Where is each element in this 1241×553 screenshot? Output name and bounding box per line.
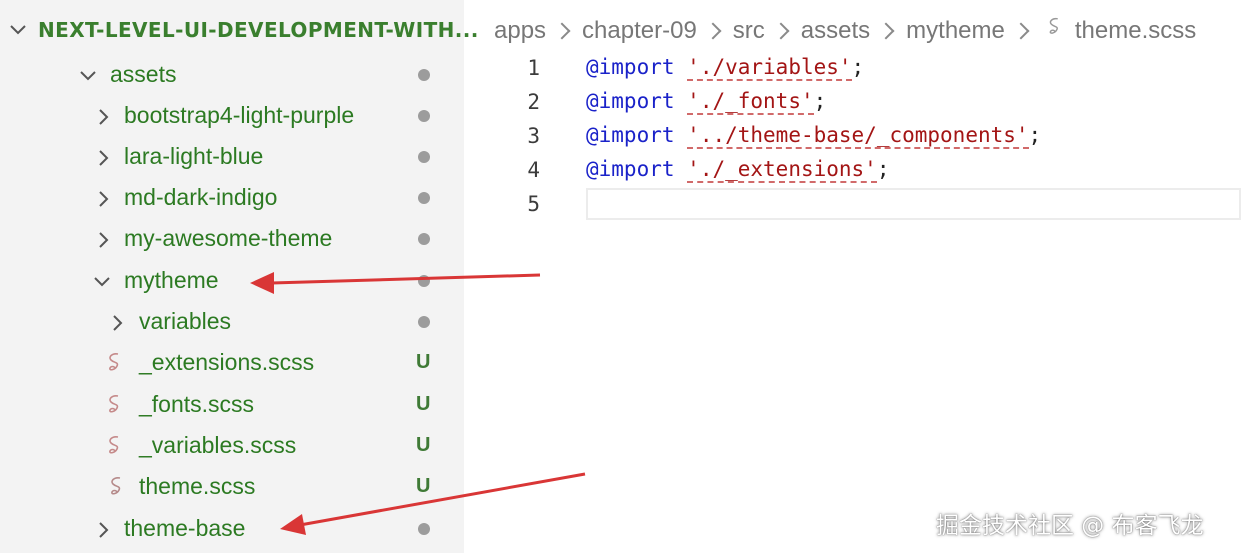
project-title: NEXT-LEVEL-UI-DEVELOPMENT-WITH... xyxy=(38,18,479,42)
current-line-highlight xyxy=(586,188,1241,220)
breadcrumb-item-theme-scss[interactable]: theme.scss xyxy=(1075,17,1196,45)
tree-item-label: _extensions.scss xyxy=(139,349,315,375)
code-editor: apps chapter-09 src assets mytheme theme… xyxy=(464,0,1241,553)
breadcrumb-item-apps[interactable]: apps xyxy=(494,17,546,45)
code-line[interactable]: 3 @import '../theme-base/_components'; xyxy=(464,120,1241,154)
status-dot xyxy=(418,151,430,163)
chevron-right-icon xyxy=(94,520,114,545)
code-keyword: @import xyxy=(586,123,675,147)
tree-item-label: theme.scss xyxy=(139,473,256,499)
explorer-sidebar: NEXT-LEVEL-UI-DEVELOPMENT-WITH... assets… xyxy=(0,0,478,553)
tree-item-label: mytheme xyxy=(124,267,219,293)
tree-item-label: theme-base xyxy=(124,515,246,541)
code-keyword: @import xyxy=(586,89,675,113)
chevron-right-icon xyxy=(1012,22,1030,39)
chevron-right-icon xyxy=(94,107,114,132)
chevron-down-icon xyxy=(92,272,112,297)
code-content: @import '../theme-base/_components'; xyxy=(586,123,1042,149)
chevron-down-icon xyxy=(78,66,98,91)
chevron-right-icon xyxy=(877,22,895,39)
tree-item-theme-scss[interactable]: theme.scss U xyxy=(0,466,464,507)
tree-item-label: bootstrap4-light-purple xyxy=(124,102,355,128)
status-dot xyxy=(418,275,430,287)
tree-item-md-dark-indigo[interactable]: md-dark-indigo xyxy=(0,177,464,218)
line-number: 1 xyxy=(527,56,540,80)
tree-item-label: variables xyxy=(139,308,232,334)
chevron-right-icon xyxy=(94,230,114,255)
code-string: './variables' xyxy=(687,55,852,81)
tree-item-label: my-awesome-theme xyxy=(124,225,333,251)
watermark: 掘金技术社区 @ 布客飞龙 xyxy=(936,513,1204,539)
tree-item-my-awesome-theme[interactable]: my-awesome-theme xyxy=(0,218,464,259)
tree-item-mytheme[interactable]: mytheme xyxy=(0,260,464,301)
tree-item-fonts-scss[interactable]: _fonts.scss U xyxy=(0,384,464,425)
chevron-right-icon xyxy=(94,189,114,214)
sass-file-icon xyxy=(106,475,128,504)
status-dot xyxy=(418,110,430,122)
tree-item-label: lara-light-blue xyxy=(124,143,264,169)
tree-item-bootstrap4-light-purple[interactable]: bootstrap4-light-purple xyxy=(0,95,464,136)
code-line[interactable]: 1 @import './variables'; xyxy=(464,52,1241,86)
line-number: 2 xyxy=(527,90,540,114)
sass-file-icon xyxy=(1045,16,1065,45)
code-semicolon: ; xyxy=(851,55,865,79)
code-semicolon: ; xyxy=(1028,123,1042,147)
sass-file-icon xyxy=(104,434,126,463)
status-dot xyxy=(418,316,430,328)
chevron-right-icon xyxy=(704,22,722,39)
tree-item-lara-light-blue[interactable]: lara-light-blue xyxy=(0,136,464,177)
code-line-current[interactable]: 5 xyxy=(464,188,1241,222)
code-content: @import './_extensions'; xyxy=(586,157,890,183)
code-string: '../theme-base/_components' xyxy=(687,123,1029,149)
code-semicolon: ; xyxy=(876,157,890,181)
tree-item-label: _fonts.scss xyxy=(139,391,255,417)
code-keyword: @import xyxy=(586,55,675,79)
chevron-right-icon xyxy=(108,313,128,338)
chevron-down-icon xyxy=(8,20,28,45)
tree-item-label: _variables.scss xyxy=(139,432,297,458)
tree-item-theme-base[interactable]: theme-base xyxy=(0,508,464,549)
status-dot xyxy=(418,523,430,535)
chevron-right-icon xyxy=(772,22,790,39)
line-number: 4 xyxy=(527,158,540,182)
code-line[interactable]: 2 @import './_fonts'; xyxy=(464,86,1241,120)
git-status-untracked: U xyxy=(416,351,431,373)
code-content: @import './variables'; xyxy=(586,55,865,81)
tree-item-label: md-dark-indigo xyxy=(124,184,278,210)
breadcrumb: apps chapter-09 src assets mytheme theme… xyxy=(494,16,1196,45)
status-dot xyxy=(418,69,430,81)
breadcrumb-item-assets[interactable]: assets xyxy=(801,17,870,45)
git-status-untracked: U xyxy=(416,434,431,456)
tree-item-extensions-scss[interactable]: _extensions.scss U xyxy=(0,342,464,383)
chevron-right-icon xyxy=(94,148,114,173)
code-string: './_fonts' xyxy=(687,89,814,115)
breadcrumb-item-mytheme[interactable]: mytheme xyxy=(906,17,1005,45)
explorer-project-header[interactable]: NEXT-LEVEL-UI-DEVELOPMENT-WITH... xyxy=(0,10,478,54)
git-status-untracked: U xyxy=(416,393,431,415)
line-number: 3 xyxy=(527,124,540,148)
sass-file-icon xyxy=(104,393,126,422)
git-status-untracked: U xyxy=(416,475,431,497)
code-semicolon: ; xyxy=(813,89,827,113)
breadcrumb-item-chapter-09[interactable]: chapter-09 xyxy=(582,17,697,45)
tree-item-label: assets xyxy=(110,61,177,87)
status-dot xyxy=(418,233,430,245)
tree-item-assets[interactable]: assets xyxy=(0,54,464,95)
code-keyword: @import xyxy=(586,157,675,181)
tree-item-variables-scss[interactable]: _variables.scss U xyxy=(0,425,464,466)
code-string: './_extensions' xyxy=(687,157,877,183)
status-dot xyxy=(418,192,430,204)
code-line[interactable]: 4 @import './_extensions'; xyxy=(464,154,1241,188)
line-number: 5 xyxy=(527,192,540,216)
code-content: @import './_fonts'; xyxy=(586,89,827,115)
sass-file-icon xyxy=(104,351,126,380)
tree-item-variables[interactable]: variables xyxy=(0,301,464,342)
breadcrumb-item-src[interactable]: src xyxy=(733,17,765,45)
chevron-right-icon xyxy=(553,22,571,39)
